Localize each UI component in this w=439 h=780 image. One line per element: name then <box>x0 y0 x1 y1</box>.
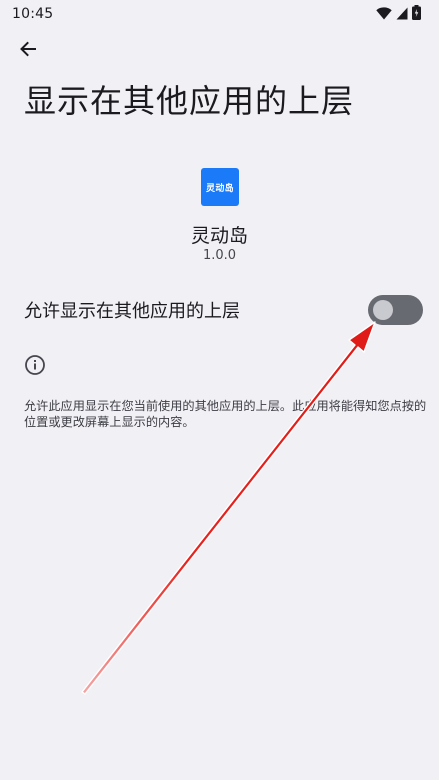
status-bar: 10:45 <box>0 0 439 28</box>
app-icon: 灵动岛 <box>201 168 239 206</box>
wifi-icon <box>376 5 392 24</box>
arrow-left-icon <box>18 39 38 63</box>
status-time: 10:45 <box>12 6 54 22</box>
page-title: 显示在其他应用的上层 <box>24 82 355 120</box>
battery-icon <box>412 4 421 24</box>
status-icons <box>376 4 421 24</box>
permission-description: 允许此应用显示在您当前使用的其他应用的上层。此应用将能得知您点按的位置或更改屏幕… <box>24 399 427 429</box>
app-version: 1.0.0 <box>202 248 237 263</box>
overlay-permission-label: 允许显示在其他应用的上层 <box>24 301 240 322</box>
app-screen: 10:45 显示在其他应用的上层 灵动岛 灵动岛 1.0.0 允许显示在其他应用… <box>0 0 439 780</box>
overlay-permission-row[interactable]: 允许显示在其他应用的上层 <box>0 290 439 330</box>
info-icon <box>24 354 46 376</box>
overlay-permission-switch[interactable] <box>368 295 423 325</box>
app-name: 灵动岛 <box>190 225 248 247</box>
back-button[interactable] <box>10 36 46 66</box>
signal-icon <box>396 5 408 24</box>
switch-thumb <box>373 300 393 320</box>
app-icon-label: 灵动岛 <box>206 183 234 194</box>
